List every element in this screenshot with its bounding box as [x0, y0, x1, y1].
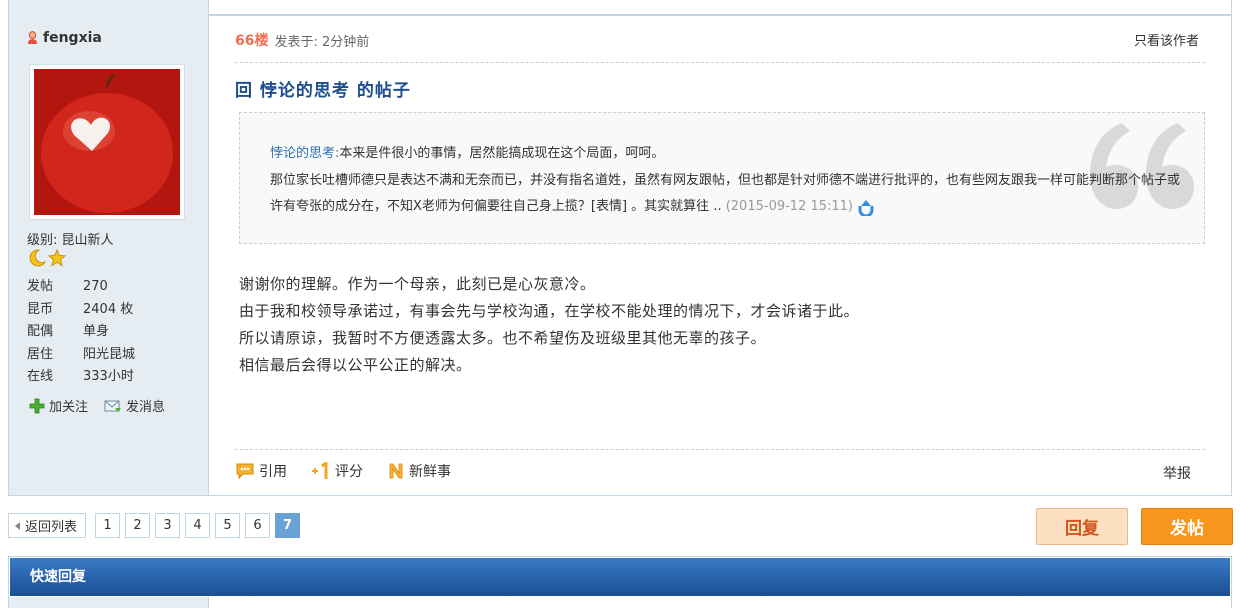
moon-icon [29, 249, 47, 267]
plus-icon [29, 398, 45, 413]
stat-value: 2404 枚 [83, 301, 134, 317]
reply-button[interactable]: 回复 [1036, 508, 1128, 545]
stat-row: 在线 333小时 [27, 366, 135, 389]
quote-line1: 本来是件很小的事情，居然能搞成现在这个局面，呵呵。 [339, 146, 665, 161]
avatar[interactable] [34, 69, 180, 215]
avatar-frame [29, 64, 185, 220]
quote-bubble-icon [236, 463, 254, 480]
stat-row: 昆币 2404 枚 [27, 299, 135, 322]
quote-button[interactable]: 引用 [235, 461, 287, 481]
page-button[interactable]: 2 [125, 513, 151, 538]
stat-value: 阳光昆城 [83, 346, 136, 362]
author-name[interactable]: fengxia [43, 30, 102, 46]
news-label: 新鲜事 [409, 464, 451, 480]
page-button[interactable]: 5 [215, 513, 241, 538]
quote-label: 引用 [259, 464, 287, 480]
stat-label: 在线 [27, 369, 54, 384]
pagination: 返回列表 1 2 3 4 5 6 7 [8, 513, 301, 538]
author-name-row[interactable]: fengxia [27, 30, 102, 46]
page-button[interactable]: 4 [185, 513, 211, 538]
post-body: 谢谢你的理解。作为一个母亲，此刻已是心灰意冷。 由于我和校领导承诺过，有事会先与… [239, 271, 859, 379]
quick-reply-header: 快速回复 [10, 558, 1230, 596]
page-button[interactable]: 3 [155, 513, 181, 538]
follow-button[interactable]: 加关注 [29, 396, 88, 415]
jump-to-quote-icon[interactable] [857, 198, 875, 216]
level-icons [27, 249, 66, 267]
floor-number: 66楼 [235, 33, 269, 49]
back-label: 返回列表 [25, 520, 78, 535]
body-line: 所以请原谅，我暂时不方便透露太多。也不希望伤及班级里其他无辜的孩子。 [239, 329, 767, 347]
body-line: 相信最后会得以公平公正的解决。 [239, 356, 472, 374]
user-female-icon [28, 31, 37, 44]
stat-label: 配偶 [27, 324, 54, 339]
author-level: 级别: 昆山新人 [27, 233, 114, 248]
quick-reply-panel: 快速回复 [8, 556, 1232, 608]
stat-value: 270 [83, 279, 108, 294]
posted-time: 发表于: 2分钟前 [274, 34, 370, 50]
report-link[interactable]: 举报 [1163, 463, 1191, 483]
body-line: 谢谢你的理解。作为一个母亲，此刻已是心灰意冷。 [239, 275, 596, 293]
author-sidebar: fengxia 级别: 昆山新人 发帖 270 昆币 2404 枚 配偶 单身 … [9, 0, 209, 495]
stat-value: 333小时 [83, 369, 134, 384]
rate-label: 评分 [335, 464, 363, 480]
new-post-button[interactable]: 发帖 [1141, 508, 1233, 545]
back-to-list-button[interactable]: 返回列表 [8, 513, 87, 538]
apple-heart-image [34, 69, 180, 215]
envelope-icon [104, 400, 122, 412]
divider [235, 449, 1205, 450]
send-message-label: 发消息 [126, 400, 166, 415]
post-actions: 引用 评分 新鲜事 [235, 461, 451, 481]
author-actions: 加关注 发消息 [29, 396, 165, 415]
caret-left-icon [15, 521, 20, 530]
only-author-link[interactable]: 只看该作者 [1134, 30, 1199, 49]
plus-one-icon [312, 462, 328, 479]
stat-value: 单身 [83, 324, 110, 339]
star-icon [48, 249, 66, 267]
stat-label: 居住 [27, 346, 54, 362]
stat-label: 发帖 [27, 279, 54, 294]
post-meta: 66楼 发表于: 2分钟前 [235, 30, 369, 50]
stat-row: 发帖 270 [27, 276, 135, 299]
send-message-button[interactable]: 发消息 [104, 396, 165, 415]
quote-time: (2015-09-12 15:11) [725, 199, 854, 214]
follow-label: 加关注 [49, 400, 89, 415]
rate-button[interactable]: 评分 [311, 461, 363, 481]
quote-user[interactable]: 悖论的思考: [270, 146, 339, 161]
stat-label: 昆币 [27, 301, 54, 317]
post-card: fengxia 级别: 昆山新人 发帖 270 昆币 2404 枚 配偶 单身 … [8, 0, 1232, 496]
post-main: 66楼 发表于: 2分钟前 只看该作者 回 悖论的思考 的帖子 悖论的思考:本来… [209, 0, 1231, 495]
page-button[interactable]: 1 [95, 513, 121, 538]
post-title: 回 悖论的思考 的帖子 [235, 81, 411, 101]
stat-row: 配偶 单身 [27, 321, 135, 344]
body-line: 由于我和校领导承诺过，有事会先与学校沟通，在学校不能处理的情况下，才会诉诸于此。 [239, 302, 860, 320]
stat-row: 居住 阳光昆城 [27, 344, 135, 367]
news-button[interactable]: 新鲜事 [387, 461, 451, 481]
quote-line: 悖论的思考:本来是件很小的事情，居然能搞成现在这个局面，呵呵。 [270, 141, 1180, 168]
author-stats: 发帖 270 昆币 2404 枚 配偶 单身 居住 阳光昆城 在线 333小时 [27, 276, 135, 389]
divider [235, 62, 1205, 63]
page-button[interactable]: 6 [245, 513, 271, 538]
news-n-icon [389, 463, 403, 479]
quick-reply-sidebar [9, 597, 209, 608]
page-button-current[interactable]: 7 [275, 513, 301, 538]
quote-line: 那位家长吐槽师德只是表达不满和无奈而已，并没有指名道姓，虽然有网友跟帖，但也都是… [270, 168, 1180, 221]
quote-block: 悖论的思考:本来是件很小的事情，居然能搞成现在这个局面，呵呵。 那位家长吐槽师德… [239, 112, 1205, 244]
quote-text: 悖论的思考:本来是件很小的事情，居然能搞成现在这个局面，呵呵。 那位家长吐槽师德… [270, 141, 1180, 221]
